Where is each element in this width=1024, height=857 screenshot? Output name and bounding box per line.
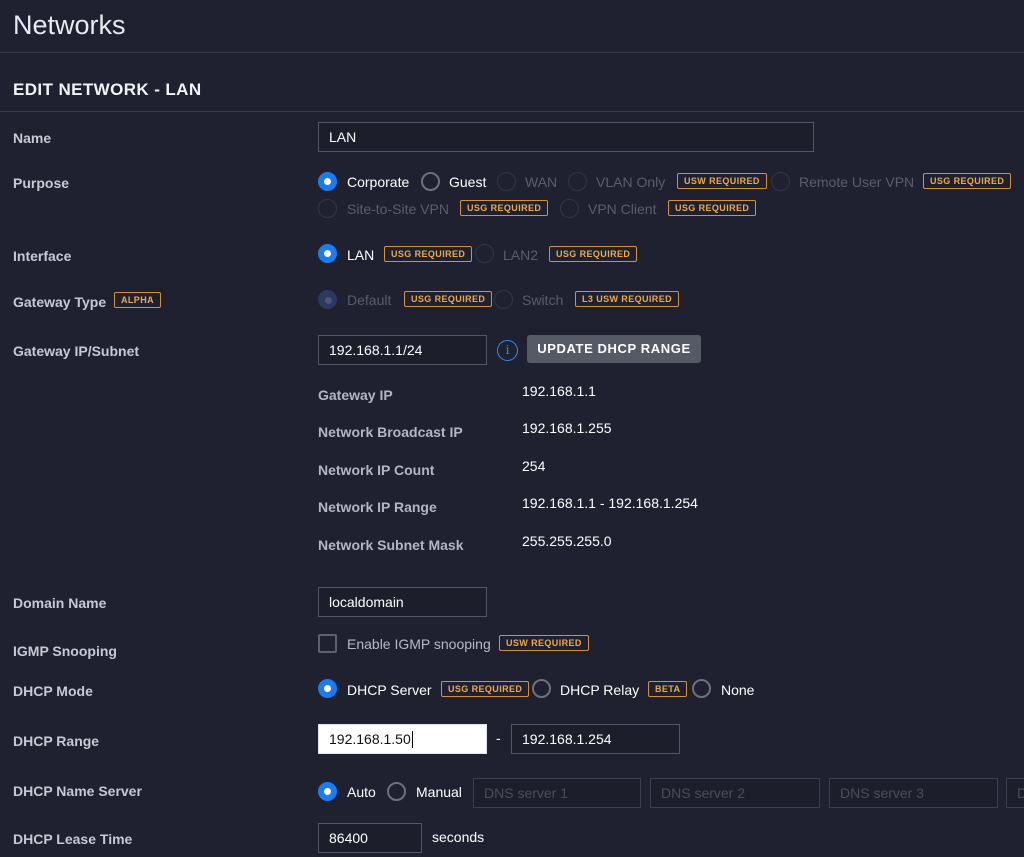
domain-name-input[interactable]: localdomain	[318, 587, 487, 617]
purpose-guest-label[interactable]: Guest	[449, 174, 486, 190]
usg-required-badge: USG REQUIRED	[404, 291, 493, 307]
purpose-wan-label: WAN	[525, 174, 558, 190]
name-server-manual-label[interactable]: Manual	[416, 784, 462, 800]
purpose-vlan-only-label: VLAN Only	[596, 174, 666, 190]
purpose-wan-radio	[497, 172, 516, 191]
igmp-label: IGMP Snooping	[13, 643, 117, 659]
dhcp-lease-input[interactable]: 86400	[318, 823, 422, 853]
dhcp-server-radio[interactable]	[318, 679, 337, 698]
usg-required-badge: USG REQUIRED	[384, 246, 473, 262]
text-caret	[412, 731, 413, 748]
usg-required-badge: USG REQUIRED	[460, 200, 549, 216]
dhcp-name-server-label: DHCP Name Server	[13, 783, 142, 799]
dhcp-server-label[interactable]: DHCP Server	[347, 682, 432, 698]
purpose-label: Purpose	[13, 175, 70, 191]
usg-required-badge: USG REQUIRED	[549, 246, 638, 262]
igmp-checkbox[interactable]	[318, 634, 337, 653]
dns-server-3-input: DNS server 3	[829, 778, 998, 808]
dhcp-range-end-input[interactable]: 192.168.1.254	[511, 724, 680, 754]
dhcp-relay-label[interactable]: DHCP Relay	[560, 682, 639, 698]
interface-lan-label[interactable]: LAN	[347, 247, 374, 263]
dhcp-none-label[interactable]: None	[721, 682, 754, 698]
purpose-guest-radio[interactable]	[421, 172, 440, 191]
gateway-type-default-label: Default	[347, 292, 392, 308]
gateway-ip-label: Gateway IP	[318, 387, 393, 403]
usg-required-badge: USG REQUIRED	[923, 173, 1012, 189]
dns-server-4-input: DNS server 4	[1006, 778, 1024, 808]
name-server-auto-label[interactable]: Auto	[347, 784, 376, 800]
gateway-ip-value: 192.168.1.1	[522, 383, 596, 399]
alpha-badge: ALPHA	[114, 292, 161, 308]
usg-required-badge: USG REQUIRED	[668, 200, 757, 216]
name-label: Name	[13, 130, 52, 146]
ip-range-value: 192.168.1.1 - 192.168.1.254	[522, 495, 698, 511]
purpose-vpn-client-radio	[560, 199, 579, 218]
interface-lan-radio[interactable]	[318, 244, 337, 263]
update-dhcp-range-button[interactable]: UPDATE DHCP RANGE	[527, 335, 701, 363]
purpose-vpn-client-label: VPN Client	[588, 201, 657, 217]
dhcp-lease-label: DHCP Lease Time	[13, 831, 133, 847]
dns-server-2-input: DNS server 2	[650, 778, 820, 808]
dhcp-relay-radio[interactable]	[532, 679, 551, 698]
usw-required-badge: USW REQUIRED	[499, 635, 589, 651]
igmp-checkbox-label[interactable]: Enable IGMP snooping	[347, 636, 491, 652]
section-divider	[0, 111, 1024, 112]
dhcp-mode-label: DHCP Mode	[13, 683, 93, 699]
dhcp-range-separator: -	[496, 730, 501, 746]
dns-server-1-input: DNS server 1	[473, 778, 641, 808]
gateway-subnet-input[interactable]: 192.168.1.1/24	[318, 335, 487, 365]
broadcast-ip-value: 192.168.1.255	[522, 420, 612, 436]
ip-count-label: Network IP Count	[318, 462, 435, 478]
name-server-auto-radio[interactable]	[318, 782, 337, 801]
l3-usw-required-badge: L3 USW REQUIRED	[575, 291, 680, 307]
interface-label: Interface	[13, 248, 72, 264]
ip-count-value: 254	[522, 458, 546, 474]
gateway-type-default-radio	[318, 290, 337, 309]
subnet-mask-label: Network Subnet Mask	[318, 537, 464, 553]
page-title: Networks	[13, 10, 126, 40]
interface-lan2-radio	[475, 244, 494, 263]
name-server-manual-radio[interactable]	[387, 782, 406, 801]
info-icon[interactable]: i	[497, 340, 518, 361]
gateway-type-switch-label: Switch	[522, 292, 564, 308]
usg-required-badge: USG REQUIRED	[441, 681, 530, 697]
purpose-corporate-label[interactable]: Corporate	[347, 174, 409, 190]
usw-required-badge: USW REQUIRED	[677, 173, 767, 189]
purpose-site-vpn-label: Site-to-Site VPN	[347, 201, 449, 217]
interface-lan2-label: LAN2	[503, 247, 539, 263]
section-title: EDIT NETWORK - LAN	[13, 80, 202, 99]
purpose-corporate-radio[interactable]	[318, 172, 337, 191]
purpose-site-vpn-radio	[318, 199, 337, 218]
domain-name-label: Domain Name	[13, 595, 107, 611]
ip-range-label: Network IP Range	[318, 499, 437, 515]
gateway-type-label: Gateway Type	[13, 294, 107, 310]
purpose-vlan-only-radio	[568, 172, 587, 191]
name-input[interactable]: LAN	[318, 122, 814, 152]
gateway-type-switch-radio	[494, 290, 513, 309]
dhcp-none-radio[interactable]	[692, 679, 711, 698]
dhcp-lease-unit: seconds	[432, 829, 485, 845]
purpose-remote-vpn-radio	[771, 172, 790, 191]
broadcast-ip-label: Network Broadcast IP	[318, 424, 463, 440]
gateway-subnet-label: Gateway IP/Subnet	[13, 343, 140, 359]
dhcp-range-label: DHCP Range	[13, 733, 100, 749]
purpose-remote-vpn-label: Remote User VPN	[799, 174, 915, 190]
dhcp-range-start-text: 192.168.1.50	[329, 731, 411, 747]
header-divider	[0, 52, 1024, 53]
beta-badge: BETA	[648, 681, 688, 697]
subnet-mask-value: 255.255.255.0	[522, 533, 612, 549]
dhcp-range-start-input[interactable]: 192.168.1.50	[318, 724, 487, 754]
